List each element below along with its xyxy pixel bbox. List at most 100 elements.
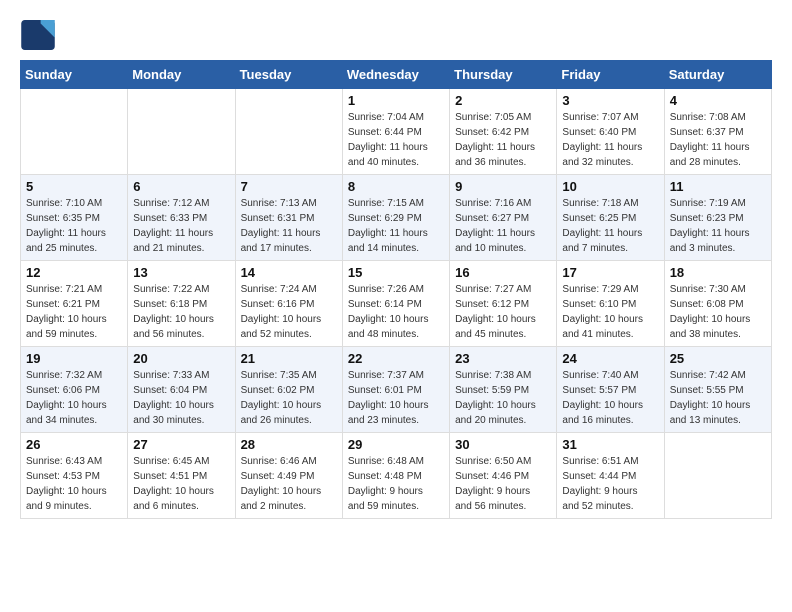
- weekday-header-wednesday: Wednesday: [342, 61, 449, 89]
- day-number: 2: [455, 93, 551, 108]
- day-number: 14: [241, 265, 337, 280]
- day-number: 7: [241, 179, 337, 194]
- day-number: 15: [348, 265, 444, 280]
- weekday-header-monday: Monday: [128, 61, 235, 89]
- calendar-cell: 13Sunrise: 7:22 AM Sunset: 6:18 PM Dayli…: [128, 261, 235, 347]
- day-info: Sunrise: 7:37 AM Sunset: 6:01 PM Dayligh…: [348, 368, 444, 428]
- day-number: 3: [562, 93, 658, 108]
- day-number: 26: [26, 437, 122, 452]
- day-number: 9: [455, 179, 551, 194]
- calendar-cell: 8 Sunrise: 7:15 AM Sunset: 6:29 PM Daylig…: [342, 175, 449, 261]
- day-number: 23: [455, 351, 551, 366]
- calendar-cell: 30Sunrise: 6:50 AM Sunset: 4:46 PM Dayli…: [450, 433, 557, 519]
- calendar-week-2: 5 Sunrise: 7:10 AM Sunset: 6:35 PM Daylig…: [21, 175, 772, 261]
- day-info: Sunrise: 6:45 AM Sunset: 4:51 PM Dayligh…: [133, 454, 229, 514]
- day-number: 11: [670, 179, 766, 194]
- calendar-cell: 6Sunrise: 7:12 AM Sunset: 6:33 PM Daylig…: [128, 175, 235, 261]
- calendar-cell: 29 Sunrise: 6:48 AM Sunset: 4:48 PM Dayli…: [342, 433, 449, 519]
- calendar-cell: 14 Sunrise: 7:24 AM Sunset: 6:16 PM Dayli…: [235, 261, 342, 347]
- day-info: Sunrise: 7:29 AM Sunset: 6:10 PM Dayligh…: [562, 282, 658, 342]
- calendar-cell: 26 Sunrise: 6:43 AM Sunset: 4:53 PM Dayli…: [21, 433, 128, 519]
- day-number: 8: [348, 179, 444, 194]
- day-info: Sunrise: 7:30 AM Sunset: 6:08 PM Dayligh…: [670, 282, 766, 342]
- logo: [20, 20, 60, 50]
- day-info: Sunrise: 7:33 AM Sunset: 6:04 PM Dayligh…: [133, 368, 229, 428]
- calendar-week-1: 1 Sunrise: 7:04 AM Sunset: 6:44 PM Daylig…: [21, 89, 772, 175]
- calendar-cell: 31 Sunrise: 6:51 AM Sunset: 4:44 PM Dayli…: [557, 433, 664, 519]
- day-number: 28: [241, 437, 337, 452]
- day-info: Sunrise: 7:40 AM Sunset: 5:57 PM Dayligh…: [562, 368, 658, 428]
- day-info: Sunrise: 7:13 AM Sunset: 6:31 PM Dayligh…: [241, 196, 337, 256]
- weekday-header-row: SundayMondayTuesdayWednesdayThursdayFrid…: [21, 61, 772, 89]
- calendar-week-3: 12 Sunrise: 7:21 AM Sunset: 6:21 PM Dayli…: [21, 261, 772, 347]
- day-info: Sunrise: 7:08 AM Sunset: 6:37 PM Dayligh…: [670, 110, 766, 170]
- day-info: Sunrise: 7:42 AM Sunset: 5:55 PM Dayligh…: [670, 368, 766, 428]
- calendar-week-4: 19Sunrise: 7:32 AM Sunset: 6:06 PM Dayli…: [21, 347, 772, 433]
- logo-icon: [20, 20, 56, 50]
- day-number: 25: [670, 351, 766, 366]
- day-number: 19: [26, 351, 122, 366]
- day-info: Sunrise: 7:10 AM Sunset: 6:35 PM Dayligh…: [26, 196, 122, 256]
- day-info: Sunrise: 7:07 AM Sunset: 6:40 PM Dayligh…: [562, 110, 658, 170]
- calendar-cell: [664, 433, 771, 519]
- weekday-header-sunday: Sunday: [21, 61, 128, 89]
- day-info: Sunrise: 7:05 AM Sunset: 6:42 PM Dayligh…: [455, 110, 551, 170]
- calendar-cell: [235, 89, 342, 175]
- calendar: SundayMondayTuesdayWednesdayThursdayFrid…: [20, 60, 772, 519]
- calendar-cell: 28 Sunrise: 6:46 AM Sunset: 4:49 PM Dayli…: [235, 433, 342, 519]
- day-info: Sunrise: 7:35 AM Sunset: 6:02 PM Dayligh…: [241, 368, 337, 428]
- weekday-header-friday: Friday: [557, 61, 664, 89]
- calendar-cell: 16Sunrise: 7:27 AM Sunset: 6:12 PM Dayli…: [450, 261, 557, 347]
- calendar-cell: 5 Sunrise: 7:10 AM Sunset: 6:35 PM Daylig…: [21, 175, 128, 261]
- day-number: 13: [133, 265, 229, 280]
- calendar-cell: 18 Sunrise: 7:30 AM Sunset: 6:08 PM Dayli…: [664, 261, 771, 347]
- calendar-cell: 7 Sunrise: 7:13 AM Sunset: 6:31 PM Daylig…: [235, 175, 342, 261]
- weekday-header-saturday: Saturday: [664, 61, 771, 89]
- calendar-cell: 20 Sunrise: 7:33 AM Sunset: 6:04 PM Dayli…: [128, 347, 235, 433]
- calendar-cell: 1 Sunrise: 7:04 AM Sunset: 6:44 PM Daylig…: [342, 89, 449, 175]
- day-info: Sunrise: 7:19 AM Sunset: 6:23 PM Dayligh…: [670, 196, 766, 256]
- calendar-cell: 10Sunrise: 7:18 AM Sunset: 6:25 PM Dayli…: [557, 175, 664, 261]
- calendar-week-5: 26 Sunrise: 6:43 AM Sunset: 4:53 PM Dayli…: [21, 433, 772, 519]
- header: [20, 20, 772, 50]
- day-number: 1: [348, 93, 444, 108]
- calendar-cell: [128, 89, 235, 175]
- calendar-cell: 25 Sunrise: 7:42 AM Sunset: 5:55 PM Dayli…: [664, 347, 771, 433]
- day-info: Sunrise: 7:21 AM Sunset: 6:21 PM Dayligh…: [26, 282, 122, 342]
- calendar-cell: 11 Sunrise: 7:19 AM Sunset: 6:23 PM Dayli…: [664, 175, 771, 261]
- weekday-header-thursday: Thursday: [450, 61, 557, 89]
- day-number: 5: [26, 179, 122, 194]
- calendar-cell: 23Sunrise: 7:38 AM Sunset: 5:59 PM Dayli…: [450, 347, 557, 433]
- day-number: 17: [562, 265, 658, 280]
- day-number: 24: [562, 351, 658, 366]
- calendar-cell: 24 Sunrise: 7:40 AM Sunset: 5:57 PM Dayli…: [557, 347, 664, 433]
- day-number: 21: [241, 351, 337, 366]
- day-number: 20: [133, 351, 229, 366]
- calendar-cell: 2 Sunrise: 7:05 AM Sunset: 6:42 PM Daylig…: [450, 89, 557, 175]
- day-info: Sunrise: 6:46 AM Sunset: 4:49 PM Dayligh…: [241, 454, 337, 514]
- day-number: 30: [455, 437, 551, 452]
- day-number: 31: [562, 437, 658, 452]
- weekday-header-tuesday: Tuesday: [235, 61, 342, 89]
- day-info: Sunrise: 7:15 AM Sunset: 6:29 PM Dayligh…: [348, 196, 444, 256]
- day-number: 12: [26, 265, 122, 280]
- calendar-cell: 4 Sunrise: 7:08 AM Sunset: 6:37 PM Daylig…: [664, 89, 771, 175]
- calendar-cell: 27 Sunrise: 6:45 AM Sunset: 4:51 PM Dayli…: [128, 433, 235, 519]
- day-number: 18: [670, 265, 766, 280]
- calendar-cell: 19Sunrise: 7:32 AM Sunset: 6:06 PM Dayli…: [21, 347, 128, 433]
- day-info: Sunrise: 7:27 AM Sunset: 6:12 PM Dayligh…: [455, 282, 551, 342]
- day-number: 6: [133, 179, 229, 194]
- calendar-cell: 17 Sunrise: 7:29 AM Sunset: 6:10 PM Dayli…: [557, 261, 664, 347]
- day-number: 29: [348, 437, 444, 452]
- day-number: 4: [670, 93, 766, 108]
- day-info: Sunrise: 7:18 AM Sunset: 6:25 PM Dayligh…: [562, 196, 658, 256]
- calendar-cell: 3 Sunrise: 7:07 AM Sunset: 6:40 PM Daylig…: [557, 89, 664, 175]
- day-info: Sunrise: 6:43 AM Sunset: 4:53 PM Dayligh…: [26, 454, 122, 514]
- day-number: 27: [133, 437, 229, 452]
- day-info: Sunrise: 7:16 AM Sunset: 6:27 PM Dayligh…: [455, 196, 551, 256]
- day-info: Sunrise: 6:48 AM Sunset: 4:48 PM Dayligh…: [348, 454, 444, 514]
- day-info: Sunrise: 7:04 AM Sunset: 6:44 PM Dayligh…: [348, 110, 444, 170]
- calendar-cell: 22Sunrise: 7:37 AM Sunset: 6:01 PM Dayli…: [342, 347, 449, 433]
- day-info: Sunrise: 7:24 AM Sunset: 6:16 PM Dayligh…: [241, 282, 337, 342]
- day-info: Sunrise: 6:51 AM Sunset: 4:44 PM Dayligh…: [562, 454, 658, 514]
